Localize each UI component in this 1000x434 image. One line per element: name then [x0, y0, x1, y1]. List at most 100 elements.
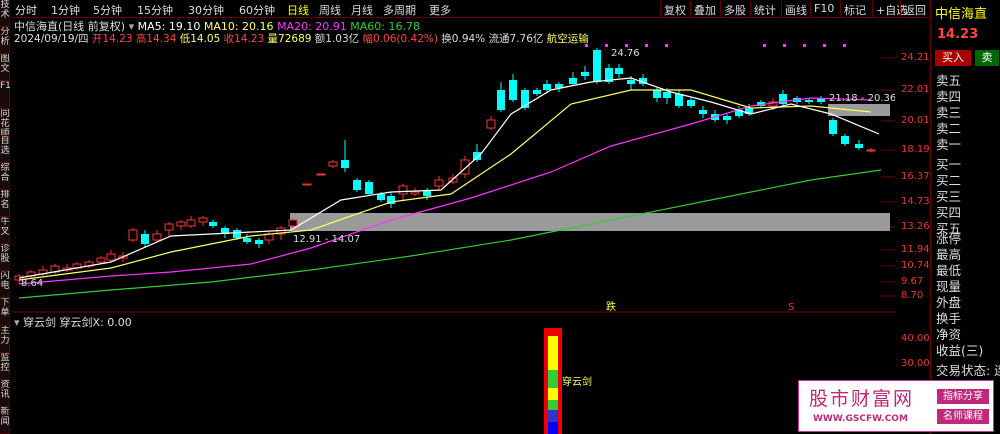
candle-body — [675, 94, 683, 106]
period-tab[interactable]: 15分钟 — [137, 2, 173, 18]
oscillator-header: ▾ 穿云剑 穿云剑X: 0.00 — [14, 314, 132, 330]
side-strip-item[interactable]: 新闻 — [0, 407, 10, 434]
side-strip-item[interactable]: 诊股 — [0, 244, 10, 272]
candle-body — [128, 229, 138, 241]
signal-dot — [783, 44, 786, 47]
quote-stock-name: 中信海直 — [935, 7, 988, 22]
price-tick: 13.26 — [901, 221, 930, 232]
period-tab[interactable]: 1分钟 — [51, 2, 80, 18]
support-zone-lower — [290, 213, 890, 231]
toolbar-button[interactable]: 多股 — [720, 1, 749, 17]
oscillator-name[interactable]: 穿云剑 — [23, 316, 56, 329]
toolbar-button[interactable]: 画线 — [781, 1, 810, 17]
side-strip-item[interactable]: 主力 — [0, 326, 10, 353]
candle-body — [627, 80, 635, 84]
candle-body — [141, 234, 149, 244]
toolbar-button[interactable]: 复权 — [660, 1, 689, 17]
support-zone-upper — [828, 104, 890, 116]
candle-body — [353, 180, 361, 190]
toolbar-button[interactable]: 统计 — [750, 1, 779, 17]
period-tab[interactable]: 分时 — [15, 2, 37, 18]
candle-body — [410, 191, 420, 195]
candle-body — [581, 72, 589, 76]
candle-body — [377, 194, 385, 200]
oscillator-value: 穿云剑X: 0.00 — [59, 316, 132, 329]
price-tick: 24.21 — [901, 52, 930, 63]
toolbar-button[interactable]: 返回 — [900, 1, 929, 17]
candle-body — [341, 160, 349, 168]
period-tab[interactable]: 5分钟 — [93, 2, 122, 18]
side-strip-item[interactable]: 同花顺 — [0, 109, 10, 136]
sell-button[interactable]: 卖 — [975, 50, 999, 66]
chart-area[interactable]: 24.76 8.64 21.18 - 20.36 12.91 - 14.07 跌… — [11, 44, 895, 434]
signal-dot — [625, 44, 628, 47]
candle-body — [855, 144, 863, 148]
period-tab[interactable]: 30分钟 — [188, 2, 224, 18]
signal-dot — [823, 44, 826, 47]
candle-body — [866, 149, 876, 152]
info-line: 2024/09/19/四 开14.23 高14.34 低14.05 收14.23… — [14, 31, 589, 45]
candle-body — [460, 159, 470, 175]
side-strip-item[interactable]: 闪电 — [0, 271, 10, 299]
candle-body — [398, 185, 408, 195]
candle-body — [316, 173, 326, 176]
quote-panel: 中信海直 14.23 买入 卖 卖五 卖四 卖三 卖二 卖一 买一 买二 买三 买四 买五 涨停 最高… — [930, 0, 1000, 434]
watermark-tag-indicators: 指标分享 — [937, 389, 989, 404]
side-strip-item[interactable]: 牛叉 — [0, 217, 10, 245]
side-strip-item[interactable]: F10 — [0, 81, 10, 109]
candle-body — [841, 136, 849, 144]
side-strip-item[interactable]: 分析 — [0, 27, 10, 55]
watermark-logo: 股市财富网 WWW.GSCFW.COM 指标分享 名师课程 — [798, 380, 994, 432]
side-strip-item[interactable]: 综合 — [0, 163, 10, 190]
candle-body — [365, 182, 373, 194]
buy-button[interactable]: 买入 — [935, 50, 971, 66]
candle-body — [653, 90, 661, 98]
candle-body — [509, 80, 517, 100]
side-strip-item[interactable]: 自选 — [0, 136, 10, 163]
period-tab[interactable]: 60分钟 — [239, 2, 275, 18]
price-tick: 18.19 — [901, 144, 930, 155]
candle-body — [164, 223, 174, 231]
period-tab[interactable]: 多周期 — [383, 2, 416, 18]
side-strip-item[interactable]: 下单 — [0, 298, 10, 326]
title-line: 中信海直(日线 前复权) ▾ MA5: 19.10 MA10: 20.16 MA… — [14, 18, 420, 33]
candle-body — [569, 78, 577, 84]
quote-row-label: 交易状态: 连 — [936, 363, 1000, 378]
side-strip-item[interactable]: 资讯 — [0, 380, 10, 407]
signal-dot — [763, 44, 766, 47]
period-tab[interactable]: 日线 — [287, 2, 309, 18]
candle-body — [186, 219, 196, 227]
side-strip-item[interactable]: 排名 — [0, 190, 10, 217]
candle-body — [198, 217, 208, 223]
price-tick: 10.74 — [901, 260, 930, 271]
side-strip-item[interactable]: 监控 — [0, 353, 10, 380]
period-tab[interactable]: 更多 — [429, 2, 451, 18]
candle-body — [176, 221, 186, 227]
signal-dot — [585, 44, 588, 47]
watermark-tag-courses: 名师课程 — [937, 409, 989, 424]
side-strip-item[interactable]: 图文 — [0, 54, 10, 82]
candle-body — [302, 183, 312, 186]
candle-body — [328, 161, 338, 167]
die-marker: 跌 — [606, 300, 616, 313]
price-tick: 14.73 — [901, 196, 930, 207]
quote-row-label: 卖一 — [936, 137, 962, 152]
ma20-line — [18, 97, 872, 285]
toolbar-button[interactable]: 叠加 — [690, 1, 719, 17]
candle-body — [434, 179, 444, 187]
price-tick: 8.70 — [901, 290, 924, 301]
oscillator-toggle-icon[interactable]: ▾ — [14, 316, 20, 329]
candle-body — [593, 50, 601, 82]
price-tick: 16.37 — [901, 171, 930, 182]
low-price-label: 8.64 — [21, 278, 43, 289]
period-tab[interactable]: 周线 — [319, 2, 341, 18]
side-strip-item[interactable]: 技术 — [0, 0, 10, 28]
candle-body — [687, 100, 695, 106]
toolbar-button[interactable]: F10 — [810, 1, 837, 17]
period-tab[interactable]: 月线 — [351, 2, 373, 18]
candle-body — [533, 90, 541, 94]
signal-dot — [843, 44, 846, 47]
signal-dot — [605, 44, 608, 47]
candle-body — [96, 257, 106, 263]
toolbar-button[interactable]: 标记 — [840, 1, 869, 17]
